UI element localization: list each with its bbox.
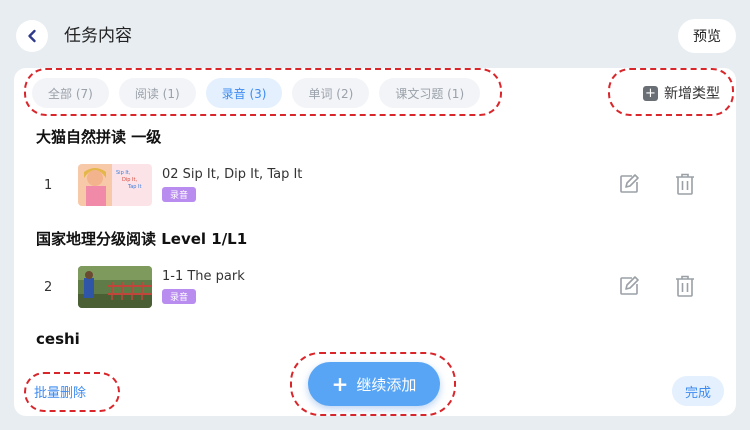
chevron-left-icon: [28, 29, 36, 43]
continue-add-label: 继续添加: [356, 375, 417, 394]
back-button[interactable]: [16, 20, 48, 52]
edit-icon[interactable]: [618, 275, 640, 297]
svg-text:Dip It,: Dip It,: [122, 177, 137, 183]
section-title: ceshi: [36, 330, 80, 348]
add-type-label: 新增类型: [664, 86, 720, 102]
svg-text:Sip It,: Sip It,: [116, 170, 131, 176]
item-title: 1-1 The park: [162, 269, 245, 284]
plus-icon: +: [331, 372, 349, 396]
list-item[interactable]: 1 Sip It, Dip It, Tap It 02 Sip It, Dip …: [14, 162, 736, 212]
header: 任务内容 预览: [0, 0, 750, 68]
item-index: 1: [44, 178, 53, 193]
tab-words[interactable]: 单词 (2): [292, 78, 370, 108]
tab-recording[interactable]: 录音 (3): [205, 78, 283, 108]
svg-text:Tap It: Tap It: [127, 184, 142, 190]
item-title: 02 Sip It, Dip It, Tap It: [162, 167, 303, 182]
plus-square-icon: +: [643, 85, 658, 101]
batch-delete-button[interactable]: 批量删除: [34, 382, 86, 401]
tab-all[interactable]: 全部 (7): [32, 78, 109, 108]
trash-icon[interactable]: [674, 274, 696, 298]
tab-exercises[interactable]: 课文习题 (1): [379, 78, 481, 108]
video-thumbnail[interactable]: Sip It, Dip It, Tap It: [78, 164, 152, 206]
section-title: 大猫自然拼读 一级: [36, 128, 162, 146]
page-title: 任务内容: [64, 26, 132, 46]
done-button[interactable]: 完成: [672, 376, 724, 406]
tab-reading[interactable]: 阅读 (1): [118, 78, 196, 108]
type-badge: 录音: [162, 289, 197, 304]
preview-button[interactable]: 预览: [678, 19, 736, 53]
continue-add-button[interactable]: + 继续添加: [308, 362, 440, 406]
type-badge: 录音: [162, 187, 197, 202]
trash-icon[interactable]: [674, 172, 696, 196]
type-tabs: 全部 (7) 阅读 (1) 录音 (3) 单词 (2) 课文习题 (1): [32, 78, 481, 112]
item-index: 2: [44, 280, 53, 295]
video-thumbnail[interactable]: [78, 266, 152, 308]
list-item[interactable]: 2 1-1 The park 录音: [14, 264, 736, 314]
section-title: 国家地理分级阅读 Level 1/L1: [36, 230, 248, 248]
add-type-button[interactable]: + 新增类型: [643, 80, 720, 106]
edit-icon[interactable]: [618, 173, 640, 195]
app-screen: 任务内容 预览 全部 (7) 阅读 (1) 录音 (3) 单词 (2) 课文习题…: [0, 0, 750, 430]
